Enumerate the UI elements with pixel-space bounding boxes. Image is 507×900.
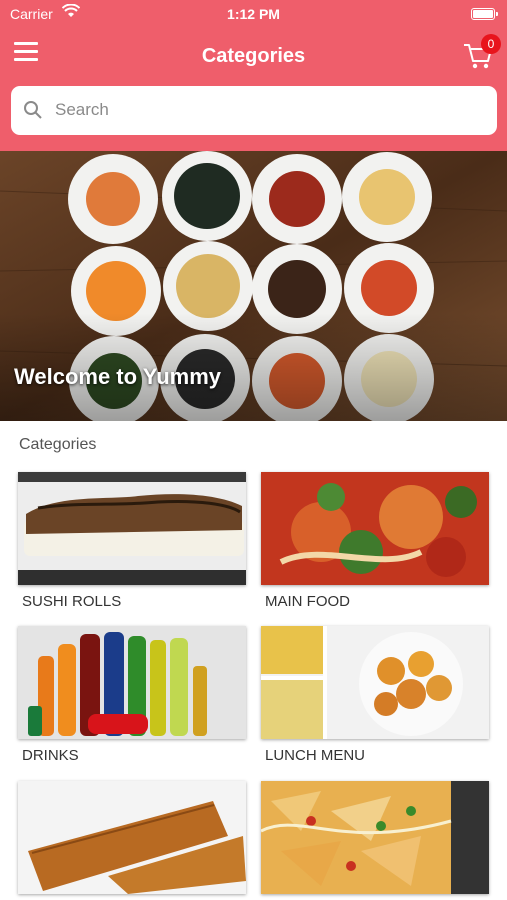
status-bar: Carrier 1:12 PM <box>0 0 507 28</box>
drinks-image <box>18 626 246 739</box>
section-heading: Categories <box>19 436 97 453</box>
nachos-image <box>261 781 489 894</box>
category-card-lunch-menu[interactable]: LUNCH MENU <box>261 626 489 764</box>
search-bar[interactable] <box>11 86 497 135</box>
hero-welcome-text: Welcome to Yummy <box>14 364 222 389</box>
category-card-nachos[interactable] <box>261 781 489 894</box>
search-icon <box>24 101 42 119</box>
sushi-rolls-image <box>18 472 246 585</box>
category-card-drinks[interactable]: DRINKS <box>18 626 246 764</box>
category-label: LUNCH MENU <box>265 747 366 764</box>
app-header: Carrier 1:12 PM Categories 0 <box>0 0 507 151</box>
page-title: Categories <box>201 45 306 67</box>
main-food-image <box>261 472 489 585</box>
egg-rolls-image <box>18 781 246 894</box>
search-input[interactable] <box>55 96 475 124</box>
category-label: SUSHI ROLLS <box>22 593 122 610</box>
battery-icon <box>471 8 498 20</box>
category-card-sushi-rolls[interactable]: SUSHI ROLLS <box>18 472 246 610</box>
cart-count-badge: 0 <box>481 34 501 54</box>
status-time: 1:12 PM <box>227 6 280 22</box>
category-label: DRINKS <box>22 747 79 764</box>
category-card-main-food[interactable]: MAIN FOOD <box>261 472 489 610</box>
lunch-menu-image <box>261 626 489 739</box>
category-label: MAIN FOOD <box>265 593 350 610</box>
category-card-egg-rolls[interactable] <box>18 781 246 894</box>
